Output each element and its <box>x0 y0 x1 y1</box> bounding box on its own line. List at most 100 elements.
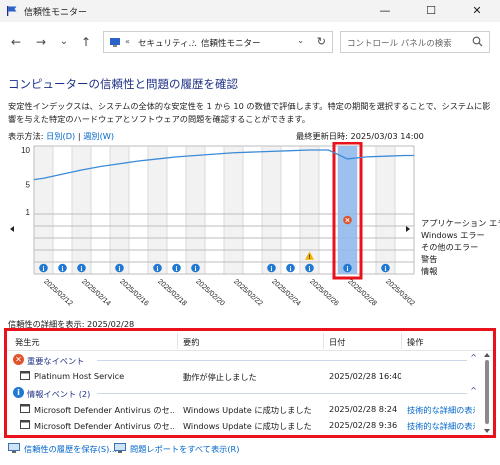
breadcrumb-security[interactable]: セキュリティ… <box>138 37 197 49</box>
chart-column <box>395 146 414 274</box>
view-days-link[interactable]: 日別(D) <box>46 131 75 141</box>
legend-warning: 警告 <box>421 254 438 264</box>
close-button[interactable]: ✕ <box>454 0 500 22</box>
info-marker-glyph: i <box>157 265 159 273</box>
search-input[interactable]: コントロール パネルの検索 <box>347 37 452 49</box>
maximize-button[interactable]: ☐ <box>408 0 454 22</box>
x-tick-label: 2025/02/20 <box>194 277 227 308</box>
column-source[interactable]: 発生元 <box>15 336 40 348</box>
chart-column <box>281 146 300 274</box>
cell-source: Microsoft Defender Antivirus のセ… <box>34 421 174 431</box>
save-history-link[interactable]: 信頼性の履歴を保存(S)... <box>24 443 117 455</box>
error-icon: ✕ <box>13 354 24 365</box>
last-updated: 最終更新日時: 2025/03/03 14:00 <box>296 131 424 141</box>
forward-button[interactable]: → <box>33 34 49 50</box>
y-tick-label: 10 <box>21 146 30 155</box>
reliability-details-table: 発生元 ^ 要約 日付 操作 ✕ 重要なイベント ^ Platinum Host… <box>4 328 496 438</box>
vertical-scrollbar[interactable] <box>481 351 493 435</box>
info-marker-glyph: i <box>290 265 292 273</box>
chart-column <box>167 146 186 274</box>
search-box[interactable]: コントロール パネルの検索 <box>340 31 490 53</box>
cell-source: Microsoft Defender Antivirus のセ… <box>34 405 174 415</box>
column-action[interactable]: 操作 <box>407 336 423 348</box>
cell-date: 2025/02/28 9:36 <box>329 420 398 430</box>
application-icon <box>20 404 30 413</box>
group-information-events[interactable]: i 情報イベント (2) ^ <box>7 386 477 400</box>
column-divider[interactable] <box>401 333 402 349</box>
monitor-icon <box>8 443 20 453</box>
address-bar[interactable]: « セキュリティ… › 信頼性モニター ⌄ ↻ <box>103 31 333 53</box>
cell-summary: Windows Update に成功しました <box>183 405 312 415</box>
application-icon <box>20 420 30 429</box>
breadcrumb-overflow[interactable]: « <box>125 37 130 46</box>
chart-column <box>186 146 205 274</box>
view-by: 表示方法: 日別(D) | 週別(W) <box>8 130 114 142</box>
x-tick-label: 2025/03/02 <box>384 277 417 308</box>
legend-application-error: アプリケーション エラー <box>421 218 500 228</box>
scroll-left-arrow[interactable] <box>10 226 14 232</box>
info-marker-glyph: i <box>347 265 349 273</box>
group-divider <box>97 360 467 361</box>
page-description: 安定性インデックスは、システムの全体的な安定性を 1 から 10 の数値で評価し… <box>8 101 491 124</box>
column-divider[interactable] <box>177 333 178 349</box>
table-row[interactable]: Microsoft Defender Antivirus のセ… Windows… <box>7 417 477 433</box>
selected-column <box>338 146 357 274</box>
collapse-icon[interactable]: ^ <box>470 386 477 395</box>
cell-summary: Windows Update に成功しました <box>183 421 312 431</box>
table-row[interactable]: Platinum Host Service 動作が停止しました 2025/02/… <box>7 368 477 384</box>
view-technical-details-link[interactable]: 技術的な詳細の表示 <box>407 404 475 416</box>
group-title: 情報イベント (2) <box>27 389 91 399</box>
refresh-icon[interactable]: ↻ <box>317 35 326 48</box>
control-panel-icon <box>110 38 120 47</box>
minimize-button[interactable]: — <box>362 0 408 22</box>
report-icon <box>114 443 126 453</box>
x-tick-label: 2025/02/18 <box>156 277 189 308</box>
table-row[interactable]: Microsoft Defender Antivirus のセ… Windows… <box>7 401 477 417</box>
info-marker-glyph: i <box>309 265 311 273</box>
cell-date: 2025/02/28 8:24 <box>329 404 398 414</box>
info-icon: i <box>13 387 24 398</box>
x-tick-label: 2025/02/26 <box>308 277 341 308</box>
sort-up-icon: ^ <box>93 328 99 336</box>
view-separator: | <box>77 131 81 141</box>
chevron-down-icon[interactable]: ⌄ <box>297 36 304 45</box>
breadcrumb-reliability-monitor[interactable]: 信頼性モニター <box>201 37 261 49</box>
info-marker-glyph: i <box>271 265 273 273</box>
info-marker-glyph: i <box>176 265 178 273</box>
x-tick-label: 2025/02/24 <box>270 277 303 308</box>
column-date[interactable]: 日付 <box>329 336 345 348</box>
chart-x-labels: 2025/02/12 2025/02/14 2025/02/16 2025/02/18… <box>42 277 417 308</box>
up-button[interactable]: ↑ <box>78 34 94 50</box>
chart-column <box>148 146 167 274</box>
group-title: 重要なイベント <box>27 356 85 366</box>
info-marker-glyph: i <box>43 265 45 273</box>
chart-column <box>243 146 262 274</box>
chart-column <box>262 146 281 274</box>
column-summary[interactable]: 要約 <box>183 336 199 348</box>
x-tick-label: 2025/02/14 <box>80 277 113 308</box>
navigation-bar: ← → ⌄ ↑ « セキュリティ… › 信頼性モニター ⌄ ↻ コントロール パ… <box>0 22 500 62</box>
view-technical-details-link[interactable]: 技術的な詳細の表示 <box>407 420 475 432</box>
chevron-right-icon: › <box>192 37 196 46</box>
chart-column <box>72 146 91 274</box>
group-critical-events[interactable]: ✕ 重要なイベント ^ <box>7 353 477 367</box>
y-tick-label: 5 <box>26 180 31 189</box>
back-button[interactable]: ← <box>8 34 24 50</box>
chart-column <box>205 146 224 274</box>
chart-column <box>376 146 395 274</box>
group-divider <box>97 393 467 394</box>
collapse-icon[interactable]: ^ <box>470 353 477 362</box>
chart-column <box>224 146 243 274</box>
view-all-reports-link[interactable]: 問題レポートをすべて表示(R) <box>130 443 239 455</box>
column-divider[interactable] <box>323 333 324 349</box>
info-marker-glyph: i <box>195 265 197 273</box>
cell-source: Platinum Host Service <box>34 371 125 381</box>
view-weeks-link[interactable]: 週別(W) <box>83 131 114 141</box>
recent-locations-button[interactable]: ⌄ <box>56 34 72 50</box>
page-title: コンピューターの信頼性と問題の履歴を確認 <box>8 77 238 91</box>
x-tick-label: 2025/02/16 <box>118 277 151 308</box>
legend-windows-error: Windows エラー <box>421 230 485 240</box>
window-title: 信頼性モニター <box>24 8 88 18</box>
view-by-label: 表示方法: <box>8 131 44 141</box>
info-marker-glyph: i <box>62 265 64 273</box>
